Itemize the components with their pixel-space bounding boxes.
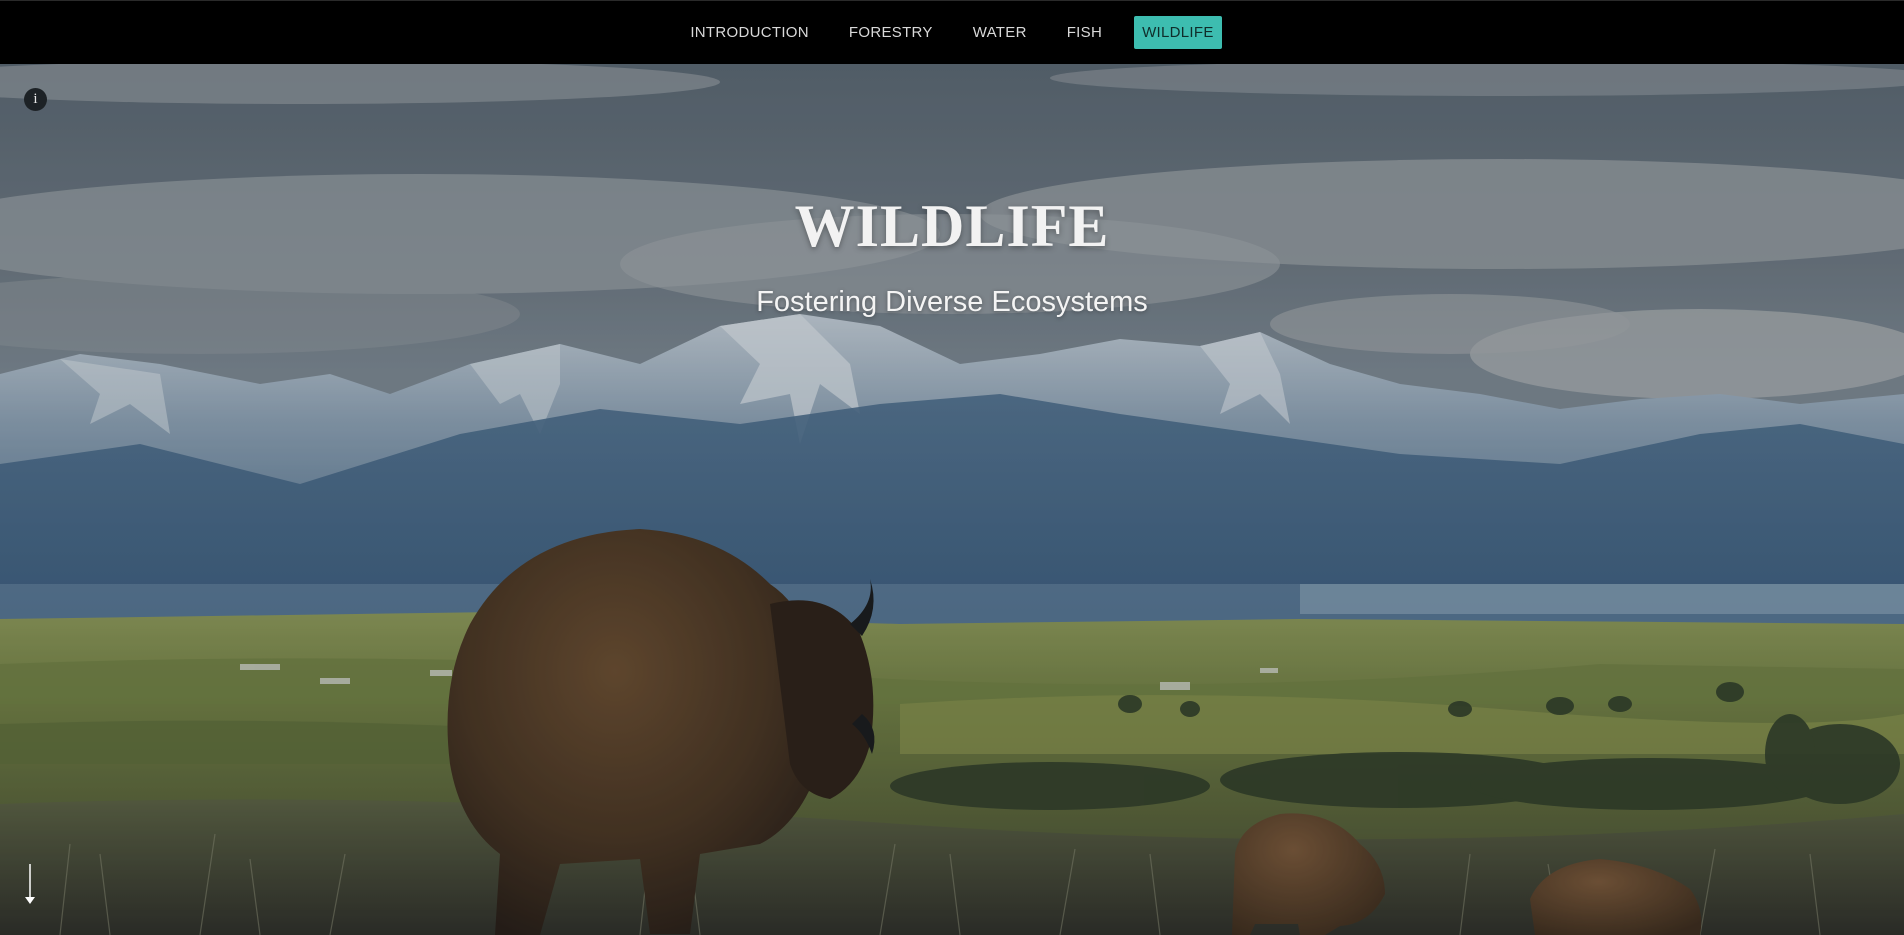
nav-item-water[interactable]: WATER <box>965 16 1035 49</box>
hero-section: i WILDLIFE Fostering Diverse Ecosystems <box>0 64 1904 935</box>
nav-item-forestry[interactable]: FORESTRY <box>841 16 941 49</box>
nav-list: INTRODUCTION FORESTRY WATER FISH WILDLIF… <box>682 16 1222 49</box>
info-icon[interactable]: i <box>24 88 47 111</box>
nav-item-wildlife[interactable]: WILDLIFE <box>1134 16 1222 49</box>
nav-item-fish[interactable]: FISH <box>1059 16 1110 49</box>
nav-item-introduction[interactable]: INTRODUCTION <box>682 16 817 49</box>
page: INTRODUCTION FORESTRY WATER FISH WILDLIF… <box>0 0 1904 935</box>
page-title: WILDLIFE <box>794 193 1110 259</box>
top-navigation: INTRODUCTION FORESTRY WATER FISH WILDLIF… <box>0 0 1904 64</box>
page-subtitle: Fostering Diverse Ecosystems <box>756 286 1148 318</box>
arrow-down-icon[interactable] <box>22 864 38 906</box>
